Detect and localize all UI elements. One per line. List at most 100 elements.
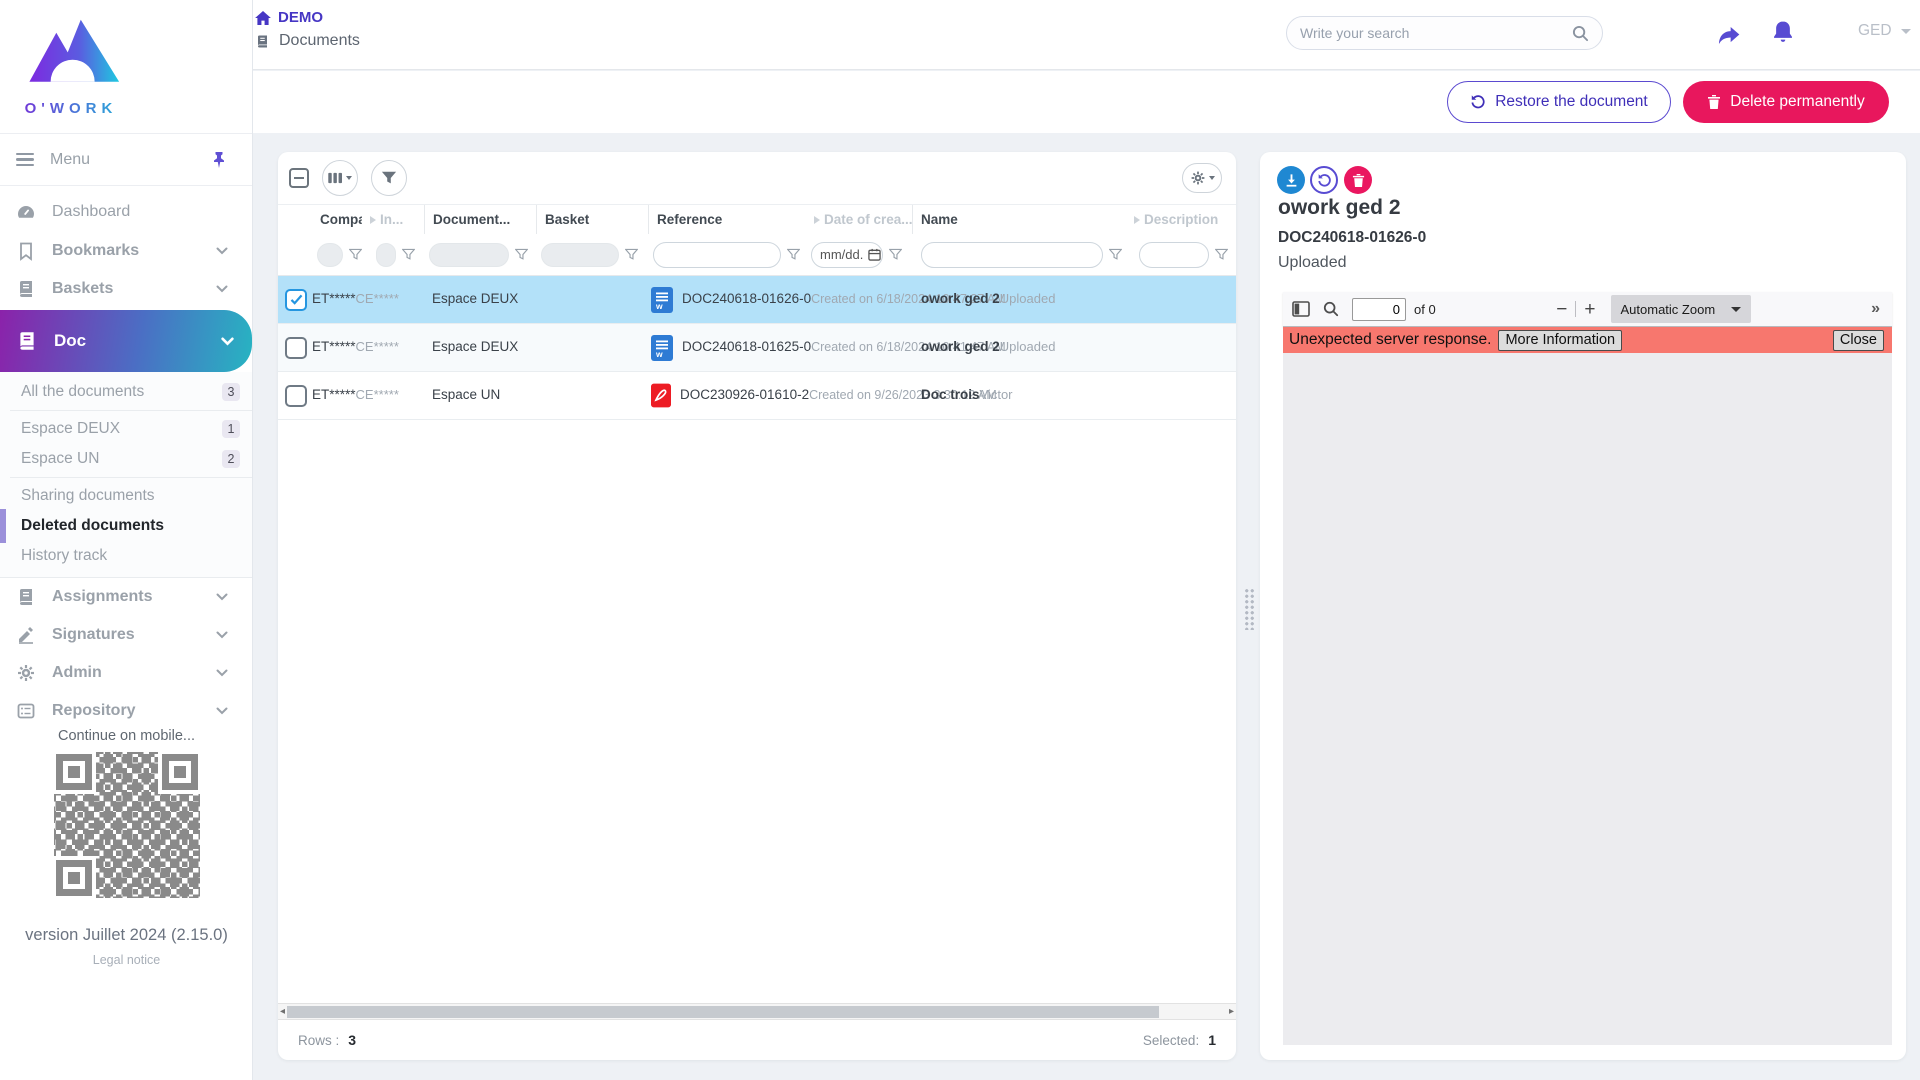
scroll-right-icon[interactable]: ▸ (1229, 1005, 1234, 1019)
sidebar-item-baskets[interactable]: Baskets (0, 270, 252, 308)
rows-label: Rows : (298, 1033, 339, 1048)
pin-icon[interactable] (212, 151, 226, 169)
sidebar-item-doc-active[interactable]: Doc (0, 310, 252, 372)
expand-column-icon[interactable] (370, 216, 376, 224)
sidebar-toggle-icon[interactable] (1292, 301, 1310, 317)
more-information-button[interactable]: More Information (1498, 330, 1622, 351)
sidebar-item-admin[interactable]: Admin (0, 654, 252, 692)
book-icon (16, 330, 38, 352)
share-icon[interactable] (1715, 21, 1742, 47)
restore-document-button[interactable]: Restore the document (1447, 81, 1671, 123)
zoom-in-button[interactable]: + (1584, 300, 1595, 319)
table-settings-button[interactable] (1182, 163, 1222, 193)
gear-icon (16, 663, 36, 683)
delete-button-label: Delete permanently (1730, 93, 1864, 111)
sidebar-item-signatures[interactable]: Signatures (0, 616, 252, 654)
column-header-company[interactable]: Company (312, 205, 362, 234)
company-value: ET***** (312, 291, 356, 306)
funnel-icon[interactable] (787, 248, 800, 261)
breadcrumb-root[interactable]: DEMO (278, 9, 323, 26)
document-filter-input[interactable] (429, 243, 509, 267)
restore-button-label: Restore the document (1495, 93, 1648, 111)
table-row[interactable]: ET*****CE***** Espace UN DOC230926-01610… (278, 372, 1236, 420)
zoom-select-value: Automatic Zoom (1621, 302, 1716, 317)
description-filter-input[interactable] (1139, 242, 1209, 268)
sidebar-item-label: Repository (52, 702, 136, 720)
search-input[interactable] (1300, 25, 1572, 41)
company-filter-input[interactable] (317, 243, 343, 267)
delete-permanently-button[interactable]: Delete permanently (1683, 81, 1889, 123)
sidebar-item-espace-un[interactable]: Espace UN 2 (0, 444, 252, 474)
restore-button[interactable] (1310, 166, 1338, 194)
column-header-reference[interactable]: Reference (648, 205, 806, 234)
sidebar-menu-header[interactable]: Menu (0, 133, 252, 186)
row-checkbox[interactable] (285, 385, 307, 407)
select-all-checkbox[interactable] (289, 168, 309, 188)
basket-filter-input[interactable] (541, 243, 619, 267)
horizontal-scrollbar[interactable]: ◂ ▸ (278, 1003, 1236, 1020)
sidebar-item-repository[interactable]: Repository (0, 692, 252, 730)
column-header-description[interactable]: Description (1126, 205, 1236, 234)
more-tools-icon[interactable]: » (1871, 300, 1880, 318)
legal-notice-link[interactable]: Legal notice (0, 953, 253, 967)
pdf-search-icon[interactable] (1323, 301, 1339, 317)
expand-column-icon[interactable] (1134, 216, 1140, 224)
funnel-icon[interactable] (1215, 248, 1228, 261)
sidebar-item-dashboard[interactable]: Dashboard (0, 192, 252, 232)
funnel-icon[interactable] (402, 248, 415, 261)
sidebar-item-bookmarks[interactable]: Bookmarks (0, 232, 252, 270)
menu-label: Menu (50, 151, 90, 169)
reference-filter-input[interactable] (653, 242, 781, 268)
column-header-date[interactable]: Date of crea... (806, 205, 912, 234)
date-filter-input[interactable]: mm/dd. (811, 242, 883, 268)
name-filter-input[interactable] (921, 242, 1103, 268)
funnel-icon[interactable] (625, 248, 638, 261)
page-number-input[interactable] (1352, 298, 1406, 321)
sidebar-item-history-track[interactable]: History track (0, 541, 252, 571)
company-sub-value: CE***** (356, 339, 399, 354)
sidebar-item-espace-deux[interactable]: Espace DEUX 1 (0, 414, 252, 444)
sidebar-item-deleted-documents[interactable]: Deleted documents (0, 511, 252, 541)
date-placeholder: mm/dd. (820, 247, 863, 262)
sidebar-item-sharing-documents[interactable]: Sharing documents (0, 481, 252, 511)
hamburger-icon[interactable] (16, 150, 34, 169)
close-error-button[interactable]: Close (1833, 330, 1884, 351)
count-badge: 1 (222, 420, 240, 438)
scroll-left-icon[interactable]: ◂ (280, 1005, 285, 1019)
panel-resize-handle[interactable] (1244, 588, 1255, 630)
download-button[interactable] (1277, 166, 1305, 194)
row-checkbox-checked[interactable] (285, 289, 307, 311)
chevron-down-icon (216, 593, 228, 601)
row-checkbox[interactable] (285, 337, 307, 359)
zoom-out-button[interactable]: − (1556, 300, 1567, 319)
caret-down-icon (1901, 29, 1911, 34)
search-icon[interactable] (1572, 25, 1589, 42)
funnel-icon[interactable] (1109, 248, 1122, 261)
filter-button[interactable] (371, 160, 407, 196)
columns-button[interactable] (322, 160, 358, 196)
sidebar-item-assignments[interactable]: Assignments (0, 578, 252, 616)
home-icon (255, 11, 271, 25)
calendar-icon[interactable] (868, 248, 881, 261)
funnel-icon[interactable] (889, 248, 902, 261)
trash-button[interactable] (1344, 166, 1372, 194)
scrollbar-thumb[interactable] (287, 1006, 1159, 1018)
column-header-basket[interactable]: Basket (536, 205, 648, 234)
bell-icon[interactable] (1771, 19, 1795, 44)
column-header-in[interactable]: In... (362, 205, 424, 234)
user-menu[interactable]: GED (1858, 22, 1911, 40)
sidebar: O'WORK Menu Dashboard Bookmarks (0, 0, 253, 1080)
sidebar-item-all-documents[interactable]: All the documents 3 (0, 377, 252, 407)
table-row[interactable]: ET*****CE***** Espace DEUX w DOC240618-0… (278, 276, 1236, 324)
name-value: Doc trois (921, 387, 980, 402)
chevron-down-icon (216, 669, 228, 677)
table-row[interactable]: ET*****CE***** Espace DEUX w DOC240618-0… (278, 324, 1236, 372)
column-header-document[interactable]: Document... (424, 205, 536, 234)
chevron-down-icon (221, 337, 234, 346)
column-header-name[interactable]: Name (912, 205, 1126, 234)
in-filter-input[interactable] (376, 243, 396, 267)
funnel-icon[interactable] (515, 248, 528, 261)
expand-column-icon[interactable] (814, 216, 820, 224)
zoom-select[interactable]: Automatic Zoom (1611, 295, 1751, 323)
funnel-icon[interactable] (349, 248, 362, 261)
